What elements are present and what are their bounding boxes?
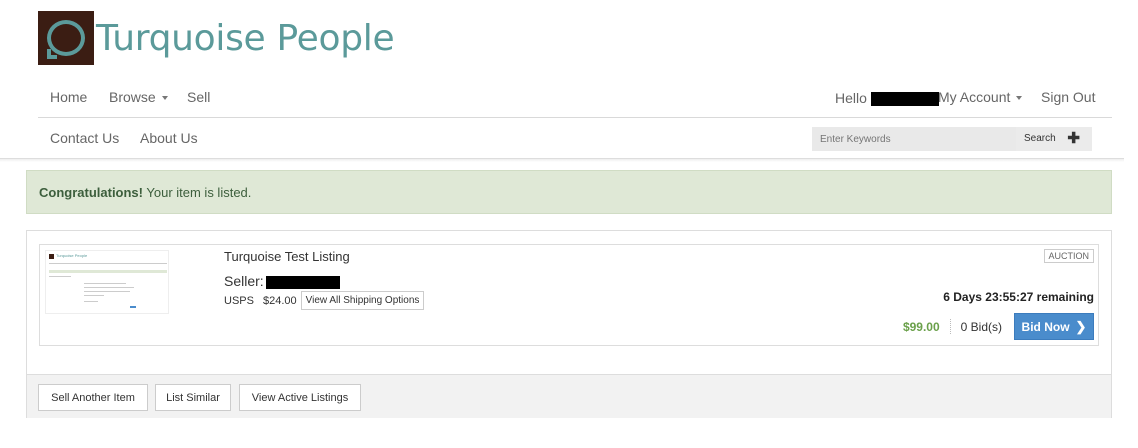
- nav-sell-link[interactable]: Sell: [187, 89, 210, 105]
- time-remaining: 6 Days 23:55:27 remaining: [943, 290, 1094, 304]
- alert-message: Your item is listed.: [143, 185, 252, 200]
- logo-icon: [38, 11, 94, 65]
- thumbnail-logo-icon: [49, 254, 54, 259]
- caret-down-icon: [161, 96, 168, 101]
- shipping-info: USPS $24.00 View All Shipping Options: [224, 291, 425, 310]
- bid-now-button[interactable]: Bid Now ❯: [1014, 313, 1094, 340]
- header-divider: [0, 158, 1124, 162]
- listing-card: Turquoise People Turquoise Test Listing …: [39, 244, 1099, 346]
- nav-home-link[interactable]: Home: [50, 89, 87, 105]
- secondary-nav: Contact Us About Us Search ✚: [38, 118, 1112, 158]
- about-us-link[interactable]: About Us: [140, 130, 198, 146]
- view-shipping-options-button[interactable]: View All Shipping Options: [300, 291, 425, 310]
- shipping-carrier: USPS: [224, 294, 254, 307]
- hello-label: Hello: [835, 90, 867, 106]
- brand-name: Turquoise People: [96, 17, 395, 59]
- search-input[interactable]: [812, 127, 1016, 151]
- redacted-seller-name: [265, 275, 340, 289]
- sell-another-item-button[interactable]: Sell Another Item: [38, 384, 148, 411]
- bid-row: $99.00 0 Bid(s) Bid Now ❯: [903, 313, 1094, 340]
- auction-badge: AUCTION: [1043, 249, 1094, 263]
- listing-thumbnail[interactable]: Turquoise People: [45, 250, 169, 314]
- current-price: $99.00: [902, 319, 940, 334]
- listing-title[interactable]: Turquoise Test Listing: [224, 249, 350, 264]
- shipping-price: $24.00: [262, 294, 297, 307]
- separator: [949, 319, 951, 334]
- site-logo[interactable]: Turquoise People: [38, 11, 395, 65]
- success-alert: Congratulations! Your item is listed.: [26, 170, 1112, 214]
- user-greeting: Hello: [835, 90, 939, 107]
- nav-browse-dropdown[interactable]: Browse: [109, 89, 168, 105]
- view-active-listings-button[interactable]: View Active Listings: [239, 384, 361, 411]
- bid-count: 0 Bid(s): [960, 319, 1002, 334]
- search-button-label: Search: [1024, 133, 1056, 144]
- list-similar-button[interactable]: List Similar: [155, 384, 231, 411]
- search-button[interactable]: Search ✚: [1016, 127, 1092, 151]
- my-account-dropdown[interactable]: My Account: [938, 89, 1023, 105]
- nav-browse-label: Browse: [109, 89, 156, 105]
- listing-panel: Turquoise People Turquoise Test Listing …: [26, 230, 1112, 418]
- seller-label: Seller:: [224, 273, 264, 289]
- sign-out-link[interactable]: Sign Out: [1041, 89, 1095, 105]
- contact-us-link[interactable]: Contact Us: [50, 130, 119, 146]
- primary-nav: Home Browse Sell Hello My Account Sign O…: [38, 80, 1112, 118]
- listing-actions-bar: Sell Another Item List Similar View Acti…: [27, 374, 1111, 418]
- caret-down-icon: [1016, 96, 1023, 101]
- thumbnail-title: Turquoise People: [56, 253, 88, 258]
- chevron-right-icon: ❯: [1075, 318, 1087, 334]
- plus-icon[interactable]: ✚: [1067, 127, 1080, 151]
- listing-seller: Seller:: [224, 273, 340, 289]
- redacted-username: [870, 92, 939, 107]
- bid-now-label: Bid Now: [1021, 319, 1070, 334]
- alert-strong: Congratulations!: [39, 185, 143, 200]
- my-account-label: My Account: [938, 89, 1011, 105]
